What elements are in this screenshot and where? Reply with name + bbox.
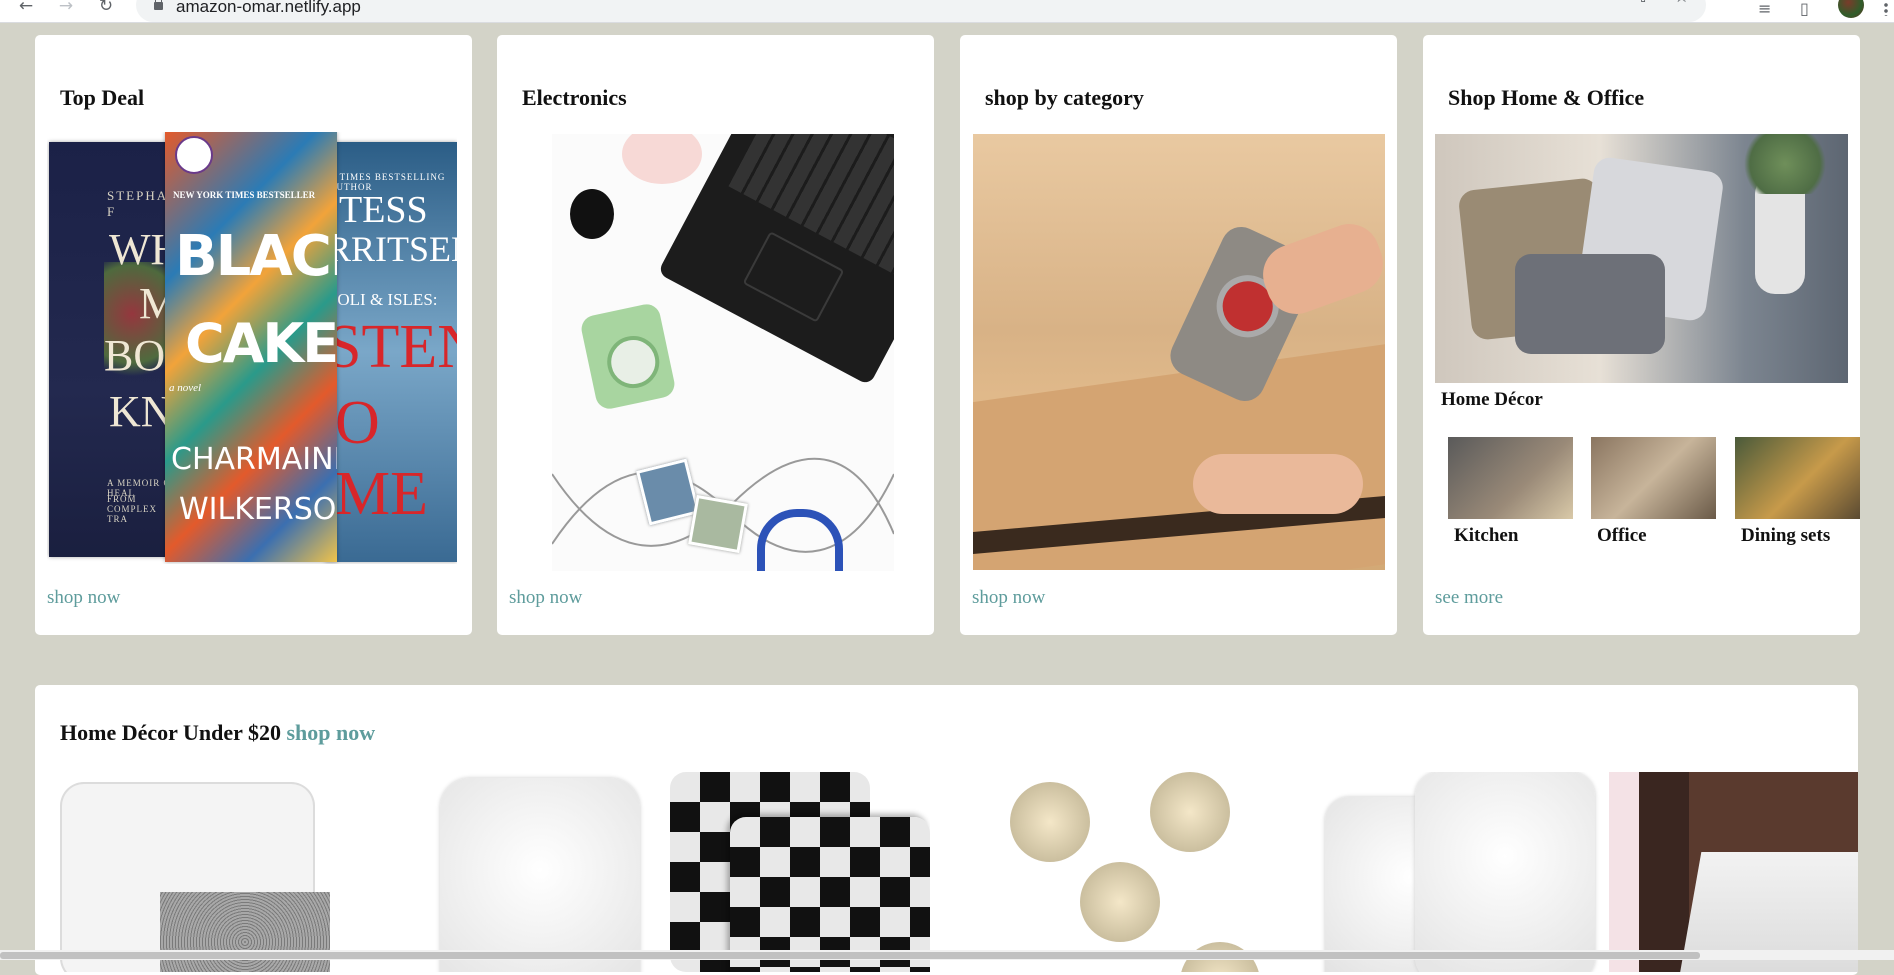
card-title: Top Deal xyxy=(60,85,145,110)
card-title: Shop Home & Office xyxy=(1448,85,1645,110)
reload-icon[interactable]: ↻ xyxy=(96,0,116,16)
book-cover-right: K TIMES BESTSELLING AUTHOR TESS RRITSEN … xyxy=(325,142,457,562)
share-icon[interactable]: ⇪ xyxy=(1636,0,1650,6)
home-decor-under-20-section: Home Décor Under $20 shop now xyxy=(35,685,1858,975)
card-top-deal: Top Deal STEPHANIE F WHAT MY BONE KNOW A… xyxy=(35,35,472,635)
pillow-shape xyxy=(1515,254,1665,354)
horizontal-scrollbar[interactable] xyxy=(0,950,1894,960)
see-more-link[interactable]: see more xyxy=(1435,587,1503,609)
camera-shape xyxy=(578,301,678,412)
book-text: WILKERSON xyxy=(179,492,337,527)
office-label[interactable]: Office xyxy=(1597,525,1647,547)
book-text: O ME xyxy=(335,389,428,528)
book-text: RRITSEN xyxy=(327,229,457,269)
address-bar[interactable]: amazon-omar.netlify.app ☆ ⇪ xyxy=(136,0,1706,22)
section-title-text: Home Décor Under $20 xyxy=(60,720,281,745)
cup-shape xyxy=(570,189,614,239)
book-text: CHARMAINE xyxy=(171,442,337,477)
product-image[interactable] xyxy=(980,772,1280,972)
book-text: STEN xyxy=(327,313,457,381)
home-decor-image[interactable] xyxy=(1435,134,1848,383)
shop-now-link[interactable]: shop now xyxy=(286,720,375,745)
card-title: Electronics xyxy=(522,85,627,110)
forward-icon[interactable]: → xyxy=(56,0,76,16)
book-text: ZOLI & ISLES: xyxy=(327,290,438,309)
url-text[interactable]: amazon-omar.netlify.app xyxy=(176,0,361,15)
product-image[interactable] xyxy=(1609,772,1858,972)
browser-toolbar: ← → ↻ amazon-omar.netlify.app ☆ ⇪ ≡ ▯ xyxy=(0,0,1894,23)
hand-shape xyxy=(1193,454,1363,514)
category-image[interactable] xyxy=(973,134,1385,570)
shop-now-link[interactable]: shop now xyxy=(47,587,120,609)
plant-shape xyxy=(1735,134,1835,194)
bookmark-star-icon[interactable]: ☆ xyxy=(1674,0,1689,6)
product-image[interactable] xyxy=(670,772,930,972)
electronics-image[interactable] xyxy=(552,134,894,571)
card-title: shop by category xyxy=(985,85,1144,110)
book-text: a novel xyxy=(169,382,202,394)
plate-shape xyxy=(622,134,702,184)
back-icon[interactable]: ← xyxy=(16,0,36,16)
product-image[interactable] xyxy=(430,772,650,972)
dining-sets-label[interactable]: Dining sets xyxy=(1741,525,1830,547)
media-icon[interactable]: ≡ xyxy=(1758,1,1771,17)
book-text: CAKE xyxy=(185,312,337,375)
scrollbar-thumb[interactable] xyxy=(0,952,1700,959)
section-title: Home Décor Under $20 shop now xyxy=(60,720,375,746)
profile-avatar[interactable] xyxy=(1838,0,1864,18)
book-text: NEW YORK TIMES BESTSELLER xyxy=(173,190,316,200)
book-cover-left: STEPHANIE F WHAT MY BONE KNOW A MEMOIR O… xyxy=(49,142,179,557)
card-electronics: Electronics shop now xyxy=(497,35,934,635)
side-panel-icon[interactable]: ▯ xyxy=(1800,1,1809,17)
books-image[interactable]: STEPHANIE F WHAT MY BONE KNOW A MEMOIR O… xyxy=(47,132,457,564)
book-cover-center: NEW YORK TIMES BESTSELLER BLACK CAKE a n… xyxy=(165,132,337,562)
card-shop-home-office: Shop Home & Office Home Décor Kitchen Of… xyxy=(1423,35,1860,635)
book-text: BLACK xyxy=(175,224,337,289)
shop-now-link[interactable]: shop now xyxy=(509,587,582,609)
kitchen-label[interactable]: Kitchen xyxy=(1454,525,1518,547)
lock-icon[interactable] xyxy=(154,0,163,10)
card-shop-by-category: shop by category shop now xyxy=(960,35,1397,635)
menu-icon[interactable] xyxy=(1884,2,1888,16)
shop-now-link[interactable]: shop now xyxy=(972,587,1045,609)
photo-shape xyxy=(688,494,748,554)
dining-sets-image[interactable] xyxy=(1735,437,1860,519)
product-image[interactable] xyxy=(50,772,330,972)
office-image[interactable] xyxy=(1591,437,1716,519)
product-image[interactable] xyxy=(1305,772,1605,972)
home-decor-label: Home Décor xyxy=(1441,389,1543,410)
book-text: TESS xyxy=(339,189,428,231)
kitchen-image[interactable] xyxy=(1448,437,1573,519)
